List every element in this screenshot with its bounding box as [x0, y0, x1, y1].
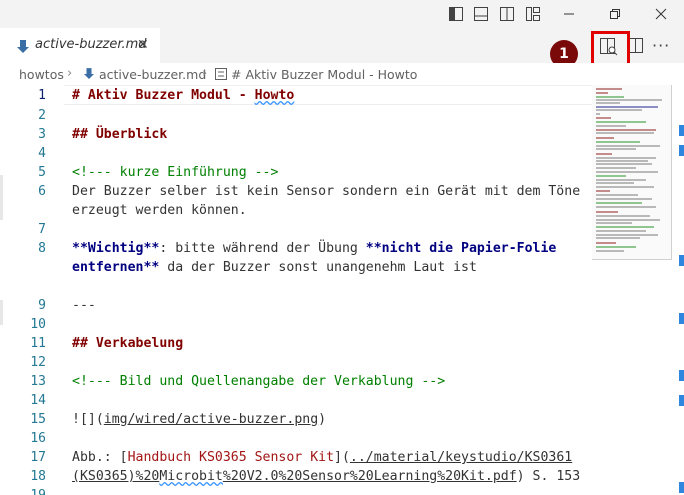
line-number: 11 [30, 336, 46, 351]
minimap[interactable] [592, 85, 672, 495]
plain-text: : bitte während der Übung [159, 241, 366, 256]
chevron-right-icon: › [202, 66, 208, 81]
bold-text: **Wichtig** [72, 241, 160, 256]
bold-text: **nicht die Papier-Folie [365, 241, 557, 256]
line-number: 5 [38, 165, 46, 180]
toggle-panel-icon[interactable] [471, 4, 491, 24]
scrollbar-marker [679, 313, 684, 324]
tab-label: active-buzzer.md [35, 37, 147, 52]
line-number: 4 [38, 146, 46, 161]
markdown-file-icon [17, 39, 29, 53]
chevron-right-icon: › [67, 66, 73, 81]
plain-text: ) [318, 412, 327, 427]
minimize-icon[interactable] [546, 0, 592, 28]
line-number: 18 [30, 469, 46, 484]
split-editor-icon[interactable] [628, 38, 648, 58]
code-line[interactable]: **Wichtig**: bitte während der Übung **n… [72, 241, 556, 256]
scrollbar-marker [679, 395, 684, 406]
editor-tab[interactable]: active-buzzer.md ✕ [0, 28, 160, 63]
link-url: (KS0365)%20 [72, 469, 160, 484]
code-line[interactable]: Der Buzzer selber ist kein Sensor sonder… [72, 184, 580, 199]
heading-text: # Aktiv Buzzer Modul - [72, 88, 255, 103]
editor-area[interactable] [0, 85, 600, 495]
scrollbar-marker [679, 125, 684, 136]
line-number: 3 [38, 127, 46, 142]
line-number: 13 [30, 374, 46, 389]
code-line[interactable]: ## Verkabelung [72, 336, 183, 351]
code-line[interactable]: (KS0365)%20Microbit%20V2.0%20Sensor%20Le… [72, 469, 580, 484]
plain-text: ) S. 153 [516, 469, 581, 484]
line-number: 1 [38, 88, 46, 103]
toggle-primary-sidebar-icon[interactable] [446, 4, 466, 24]
toggle-secondary-sidebar-icon[interactable] [497, 4, 517, 24]
line-number: 12 [30, 355, 46, 370]
customize-layout-icon[interactable] [523, 4, 543, 24]
line-number: 15 [30, 412, 46, 427]
link-url: %20V2.0%20Sensor%20Learning%20Kit.pdf [222, 469, 517, 484]
tab-bar: active-buzzer.md ✕ ··· [0, 28, 684, 63]
line-number: 8 [38, 241, 46, 256]
code-line[interactable]: entfernen** da der Buzzer sonst unangene… [72, 260, 477, 275]
title-bar [0, 0, 684, 28]
line-number: 6 [38, 184, 46, 199]
breadcrumb-symbol[interactable]: # Aktiv Buzzer Modul - Howto [231, 67, 417, 82]
tab-close-icon[interactable]: ✕ [137, 38, 149, 52]
close-icon[interactable] [638, 0, 684, 28]
line-number: 16 [30, 431, 46, 446]
line-number: 17 [30, 450, 46, 465]
annotation-highlight-box [591, 31, 630, 66]
link-url-spell: Microbit [159, 469, 223, 484]
plain-text: ![]( [72, 412, 104, 427]
scrollbar-marker [679, 482, 684, 493]
scrollbar-marker [679, 370, 684, 381]
scrollbar-marker [679, 145, 684, 156]
link-text: Handbuch KS0365 Sensor Kit [127, 450, 335, 465]
scrollbar-marker [679, 255, 684, 266]
restore-icon[interactable] [592, 0, 638, 28]
line-number: 2 [38, 108, 46, 123]
more-actions-icon[interactable]: ··· [652, 36, 672, 56]
code-line[interactable]: Abb.: [Handbuch KS0365 Sensor Kit](../ma… [72, 450, 572, 465]
plain-text: da der Buzzer sonst unangenehm Laut ist [159, 260, 477, 275]
code-line[interactable]: --- [72, 298, 96, 313]
link-url: img/wired/active-buzzer.png [103, 412, 319, 427]
heading-text-spell: Howto [254, 88, 295, 103]
breadcrumb-folder[interactable]: howtos [19, 67, 64, 82]
link-url: ../material/keystudio/KS0361 [349, 450, 573, 465]
line-number: 19 [0, 488, 46, 495]
code-line[interactable]: <!--- Bild und Quellenangabe der Verkabl… [72, 374, 445, 389]
breadcrumb: howtos › active-buzzer.md › # Aktiv Buzz… [0, 63, 684, 85]
markdown-file-icon [84, 68, 94, 83]
code-line[interactable]: erzeugt werden können. [72, 203, 247, 218]
plain-text: ]( [334, 450, 350, 465]
heading-symbol-icon [215, 68, 227, 83]
bold-text: entfernen** [72, 260, 160, 275]
code-line[interactable]: # Aktiv Buzzer Modul - Howto [72, 88, 294, 103]
code-line[interactable]: ![](img/wired/active-buzzer.png) [72, 412, 326, 427]
line-number: 9 [38, 298, 46, 313]
line-number: 10 [30, 317, 46, 332]
breadcrumb-file[interactable]: active-buzzer.md [99, 67, 206, 82]
code-line[interactable]: ## Überblick [72, 127, 167, 142]
code-line[interactable]: <!--- kurze Einführung --> [72, 165, 278, 180]
plain-text: Abb.: [ [72, 450, 128, 465]
line-number: 7 [38, 222, 46, 237]
line-number: 14 [30, 393, 46, 408]
